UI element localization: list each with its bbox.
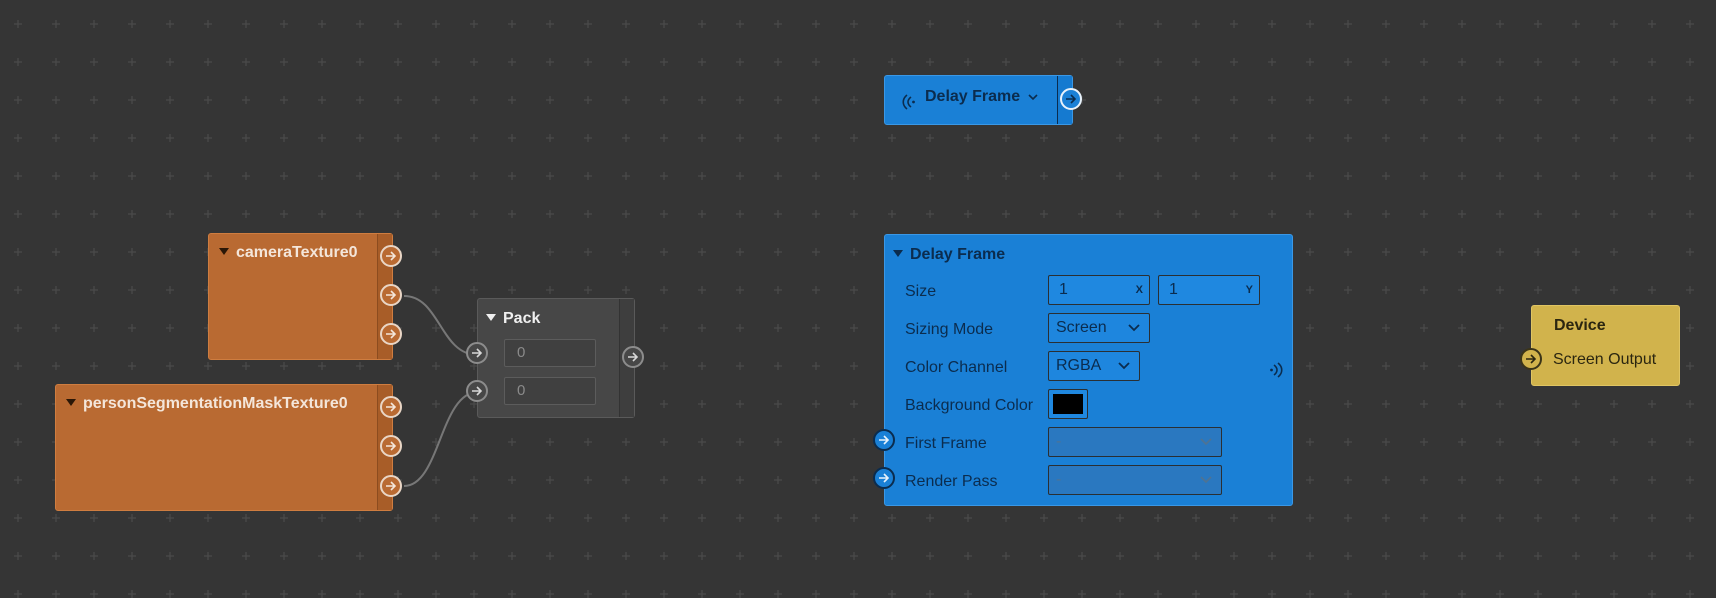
pack-input-2[interactable]: 0 [504, 377, 596, 405]
arrow-right-icon [386, 290, 397, 300]
output-port-1[interactable] [380, 245, 402, 267]
color-channel-select[interactable]: RGBA [1048, 351, 1140, 381]
delay-frame-collapsed-node[interactable]: Delay Frame [884, 75, 1082, 125]
arrow-right-icon [879, 473, 890, 483]
render-pass-label: Render Pass [905, 473, 998, 490]
chevron-down-icon [1128, 324, 1140, 332]
output-port-3[interactable] [380, 323, 402, 345]
x-axis-label: X [1135, 284, 1143, 296]
node-title: personSegmentationMaskTexture0 [66, 395, 348, 413]
arrow-right-icon [879, 435, 890, 445]
first-frame-label: First Frame [905, 435, 987, 452]
color-swatch-fill [1053, 394, 1083, 414]
output-port-2[interactable] [380, 435, 402, 457]
screen-output-label: Screen Output [1553, 351, 1657, 368]
size-label: Size [905, 283, 937, 300]
y-axis-label: Y [1245, 284, 1253, 296]
input-port-2[interactable] [466, 380, 488, 402]
arrow-right-icon [1066, 94, 1077, 104]
arrow-right-icon [386, 441, 397, 451]
triangle-down-icon[interactable] [219, 248, 229, 256]
render-pass-select[interactable]: - [1048, 465, 1222, 495]
device-node[interactable]: Device Screen Output [1520, 305, 1680, 386]
arrow-right-icon [386, 402, 397, 412]
node-title: Delay Frame [925, 88, 1038, 106]
triangle-down-icon[interactable] [893, 250, 903, 258]
triangle-down-icon[interactable] [486, 314, 496, 322]
pack-node[interactable]: Pack 0 0 [466, 298, 644, 418]
color-channel-label: Color Channel [905, 359, 1008, 376]
output-port-1[interactable] [380, 396, 402, 418]
chevron-down-icon [1200, 476, 1212, 484]
first-frame-select[interactable]: - [1048, 427, 1222, 457]
camera-texture-node[interactable]: cameraTexture0 [208, 233, 402, 360]
size-y-input[interactable]: 1Y [1158, 275, 1260, 305]
pack-input-1[interactable]: 0 [504, 339, 596, 367]
person-mask-texture-node[interactable]: personSegmentationMaskTexture0 [55, 384, 402, 511]
output-port-3[interactable] [380, 475, 402, 497]
delay-frame-node[interactable]: Delay Frame Size 1X 1Y Sizing Mode Scree… [873, 234, 1293, 506]
output-port[interactable] [622, 346, 644, 368]
arrow-right-icon [386, 329, 397, 339]
size-x-input[interactable]: 1X [1048, 275, 1150, 305]
sizing-mode-label: Sizing Mode [905, 321, 994, 338]
arrow-right-icon [472, 386, 483, 396]
arrow-right-icon [1526, 354, 1537, 364]
output-port-2[interactable] [380, 284, 402, 306]
render-pass-input-port[interactable] [873, 467, 895, 489]
signal-waves-icon [1270, 362, 1283, 378]
background-color-swatch[interactable] [1048, 389, 1088, 419]
output-port[interactable] [1060, 88, 1082, 110]
screen-output-input-port[interactable] [1520, 348, 1542, 370]
arrow-right-icon [472, 348, 483, 358]
first-frame-input-port[interactable] [873, 429, 895, 451]
arrow-right-icon [386, 481, 397, 491]
arrow-right-icon [628, 352, 639, 362]
node-title: cameraTexture0 [219, 244, 358, 262]
node-title: Delay Frame [893, 246, 1005, 264]
signal-waves-icon [902, 94, 915, 110]
chevron-down-icon[interactable] [1028, 93, 1038, 101]
arrow-right-icon [386, 251, 397, 261]
triangle-down-icon[interactable] [66, 399, 76, 407]
chevron-down-icon [1118, 362, 1130, 370]
input-port-1[interactable] [466, 342, 488, 364]
node-title: Pack [486, 310, 540, 328]
sizing-mode-select[interactable]: Screen [1048, 313, 1150, 343]
chevron-down-icon [1200, 438, 1212, 446]
background-color-label: Background Color [905, 397, 1034, 414]
node-title: Device [1554, 317, 1606, 334]
